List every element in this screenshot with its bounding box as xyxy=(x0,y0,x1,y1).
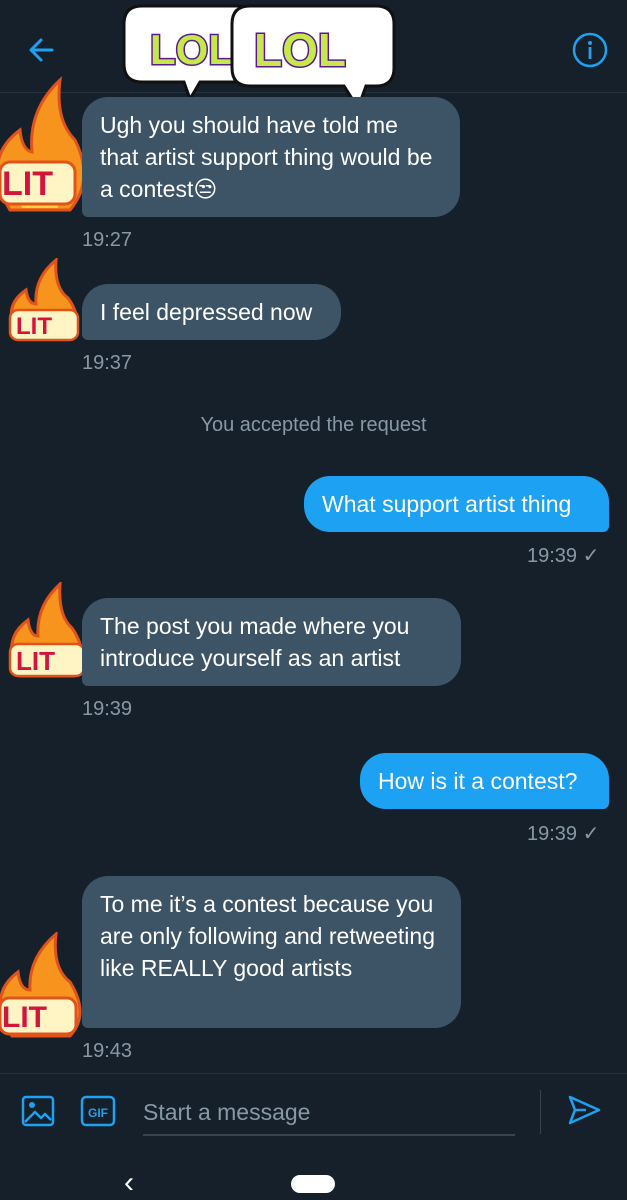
gif-label: GIF xyxy=(88,1106,108,1120)
send-icon xyxy=(568,1095,601,1125)
lit-sticker-text: LIT xyxy=(2,165,53,203)
gif-icon: GIF xyxy=(80,1095,116,1127)
message-timestamp: 19:39 ✓ xyxy=(527,823,600,845)
message-text: The post you made where you introduce yo… xyxy=(100,613,410,671)
message-timestamp: 19:39 xyxy=(82,698,133,720)
lol-sticker-1-text: LOL xyxy=(150,26,234,73)
message-bubble-sent[interactable]: What support artist thing xyxy=(304,476,609,532)
lit-fire-sticker: LIT xyxy=(8,258,80,342)
lit-fire-sticker: LIT xyxy=(0,76,85,212)
message-timestamp: 19:37 xyxy=(82,352,133,374)
system-back-glyph: ‹ xyxy=(124,1166,134,1199)
lol-sticker-2-text: LOL xyxy=(254,24,346,76)
lol-sticker-2: LOL xyxy=(230,4,396,112)
message-bubble-received[interactable]: I feel depressed now xyxy=(82,284,341,340)
lit-fire-sticker: LIT xyxy=(0,932,82,1038)
arrow-left-icon xyxy=(29,38,54,62)
image-icon xyxy=(21,1095,55,1127)
lit-sticker-text: LIT xyxy=(16,313,52,340)
home-pill[interactable] xyxy=(291,1175,335,1193)
message-bubble-received[interactable]: The post you made where you introduce yo… xyxy=(82,598,461,686)
request-accepted-notice: You accepted the request xyxy=(200,414,427,436)
conversation-info-button[interactable] xyxy=(570,30,610,70)
message-text: What support artist thing xyxy=(322,491,572,517)
message-text: How is it a contest? xyxy=(378,768,578,794)
send-button[interactable] xyxy=(566,1092,602,1128)
message-input[interactable] xyxy=(143,1090,515,1136)
message-text: I feel depressed now xyxy=(100,299,313,325)
system-back-button[interactable]: ‹ xyxy=(124,1166,148,1200)
gif-button[interactable]: GIF xyxy=(80,1094,116,1128)
lit-sticker-text: LIT xyxy=(16,646,55,676)
message-bubble-sent[interactable]: How is it a contest? xyxy=(360,753,609,809)
add-media-button[interactable] xyxy=(20,1094,56,1128)
info-icon xyxy=(572,32,608,68)
composer-divider xyxy=(540,1090,541,1134)
message-text: To me it’s a contest because you are onl… xyxy=(100,891,435,981)
message-timestamp: 19:27 xyxy=(82,229,133,251)
message-text: Ugh you should have told me that artist … xyxy=(100,112,433,202)
message-timestamp: 19:39 ✓ xyxy=(527,545,600,567)
message-bubble-received[interactable]: Ugh you should have told me that artist … xyxy=(82,97,460,217)
message-timestamp: 19:43 xyxy=(82,1040,133,1062)
back-button[interactable] xyxy=(22,30,62,70)
message-bubble-received[interactable]: To me it’s a contest because you are onl… xyxy=(82,876,461,1028)
lit-sticker-text: LIT xyxy=(2,1001,47,1034)
lit-fire-sticker: LIT xyxy=(8,582,86,678)
